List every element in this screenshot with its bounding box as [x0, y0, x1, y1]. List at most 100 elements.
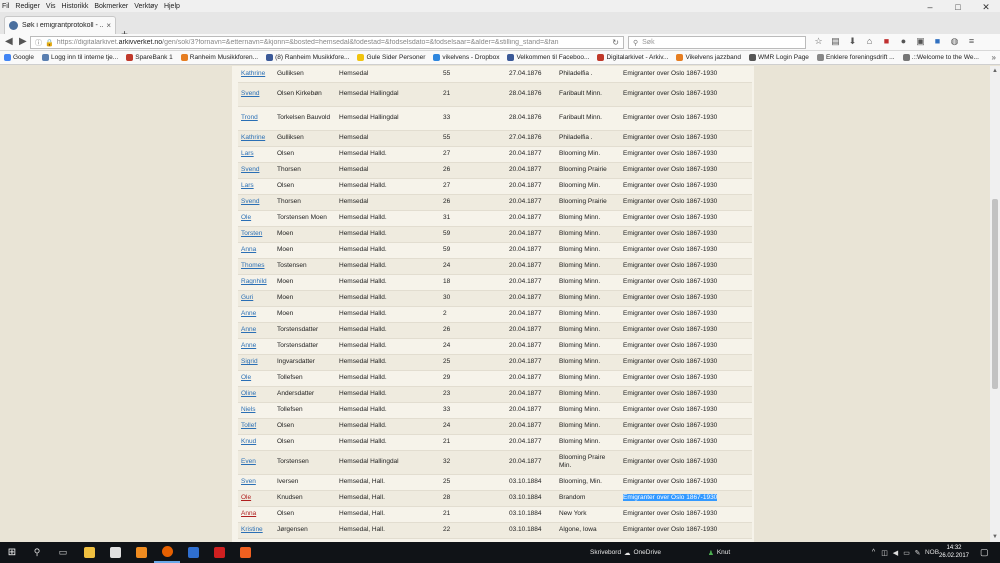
- person-link[interactable]: Guri: [238, 290, 274, 307]
- selected-text: Emigranter over Oslo 1867-1930: [623, 494, 718, 501]
- onedrive-tray[interactable]: ☁ OneDrive: [624, 542, 661, 563]
- person-link[interactable]: Svend: [238, 82, 274, 107]
- url-bar[interactable]: ⓘ 🔒 https://digitalarkivet.arkivverket.n…: [30, 36, 624, 49]
- menu-item-1[interactable]: Rediger: [15, 3, 40, 10]
- search-bar[interactable]: ⚲ Søk: [628, 36, 806, 49]
- menu-item-2[interactable]: Vis: [46, 3, 56, 10]
- person-link[interactable]: Ragnhild: [238, 274, 274, 291]
- download-icon[interactable]: ⬇: [844, 36, 861, 47]
- bookmark-favicon-icon: [126, 54, 134, 61]
- taskbar-app[interactable]: [154, 542, 180, 563]
- bookmark-item[interactable]: Velkommen til Faceboo...: [507, 54, 589, 61]
- cell-source: Emigranter over Oslo 1867-1930: [620, 194, 752, 211]
- person-link[interactable]: Torsten: [238, 226, 274, 243]
- addon-icon[interactable]: ▣: [912, 36, 929, 47]
- person-link[interactable]: Svend: [238, 194, 274, 211]
- menu-item-4[interactable]: Bokmerker: [94, 3, 128, 10]
- clock[interactable]: 14:32 26.02.2017: [936, 544, 972, 560]
- tab-emigrant[interactable]: Søk i emigrantprotokoll - ... ×: [4, 16, 116, 34]
- home-icon[interactable]: ⌂: [861, 36, 878, 47]
- cell-place: Hemsedal Halld.: [336, 354, 440, 371]
- person-link[interactable]: Thomes: [238, 258, 274, 275]
- bookmark-item[interactable]: Gule Sider Personer: [357, 54, 425, 61]
- person-link[interactable]: Kathrine: [238, 130, 274, 147]
- taskbar-app[interactable]: [206, 542, 232, 563]
- person-link[interactable]: Svend: [238, 162, 274, 179]
- table-row: Ole Torstensen Moen Hemsedal Halld. 31 20.04…: [238, 210, 752, 227]
- bookmark-item[interactable]: Vikelvens jazzband: [676, 54, 741, 61]
- person-link[interactable]: Lars: [238, 178, 274, 195]
- bookmark-item[interactable]: vikelvens - Dropbox: [433, 54, 499, 61]
- lock-icon[interactable]: 🔒: [45, 39, 54, 47]
- menu-item-6[interactable]: Hjelp: [164, 3, 180, 10]
- user-tray[interactable]: ♟ Knut: [708, 542, 730, 563]
- task-view-icon[interactable]: ▭: [50, 542, 76, 563]
- person-link[interactable]: Even: [238, 450, 274, 475]
- taskbar-app[interactable]: [102, 542, 128, 563]
- person-link[interactable]: Anna: [238, 506, 274, 523]
- tab-close-icon[interactable]: ×: [106, 21, 111, 30]
- menu-item-5[interactable]: Verktøy: [134, 3, 158, 10]
- person-link[interactable]: Knud: [238, 434, 274, 451]
- windows-start-icon[interactable]: ⊞: [0, 547, 24, 558]
- bookmark-item[interactable]: Enklere foreningsdrift ...: [816, 54, 895, 61]
- network-icon[interactable]: ◫: [879, 549, 890, 557]
- taskbar-app[interactable]: [128, 542, 154, 563]
- person-link[interactable]: Sigrid: [238, 354, 274, 371]
- person-link[interactable]: Kristine: [238, 522, 274, 539]
- toolbar-icons: ☆ ▤ ⬇ ⌂ ■ ● ▣ ■ ◍ ≡: [810, 36, 980, 47]
- menu-hamburger-icon[interactable]: ≡: [963, 36, 980, 47]
- reload-icon[interactable]: ↻: [612, 38, 619, 47]
- person-link[interactable]: Kathrine: [238, 66, 274, 83]
- menu-item-0[interactable]: Fil: [2, 3, 9, 10]
- bookmark-item[interactable]: .::Welcome to the We...: [902, 54, 979, 61]
- bookmark-item[interactable]: SpareBank 1: [126, 54, 173, 61]
- bookmark-item[interactable]: Logg inn til interne tje...: [41, 54, 118, 61]
- bookmark-item[interactable]: Google: [4, 54, 34, 61]
- taskbar-app[interactable]: [232, 542, 258, 563]
- person-link[interactable]: Niels: [238, 402, 274, 419]
- search-taskbar-icon[interactable]: ⚲: [24, 542, 50, 563]
- bookmark-item[interactable]: Ranheim Musikkforen...: [180, 54, 258, 61]
- scroll-thumb[interactable]: [992, 199, 998, 389]
- cell-dest: Bloming Minn.: [556, 434, 620, 451]
- menu-item-3[interactable]: Historikk: [62, 3, 89, 10]
- cell-dest: Bloming Minn.: [556, 338, 620, 355]
- volume-icon[interactable]: ◀: [890, 549, 901, 557]
- addon-grey-icon[interactable]: ●: [895, 36, 912, 47]
- vertical-scrollbar[interactable]: ▲ ▼: [990, 66, 1000, 542]
- person-link[interactable]: Anne: [238, 322, 274, 339]
- person-link[interactable]: Anna: [238, 242, 274, 259]
- addon-blue-icon[interactable]: ■: [929, 36, 946, 47]
- forward-arrow-icon[interactable]: ▶: [19, 36, 27, 47]
- person-link[interactable]: Ole: [238, 210, 274, 227]
- notifications-icon[interactable]: ▢: [980, 542, 989, 563]
- person-link[interactable]: Lars: [238, 146, 274, 163]
- bookmark-item[interactable]: Digitalarkivet - Arkiv...: [597, 54, 668, 61]
- desktop-label[interactable]: Skrivebord: [590, 542, 621, 563]
- person-link[interactable]: Sven: [238, 474, 274, 491]
- battery-icon[interactable]: ▭: [901, 549, 912, 557]
- bookmark-item[interactable]: WMR Login Page: [748, 54, 809, 61]
- person-link[interactable]: Ole: [238, 490, 274, 507]
- addon-red-icon[interactable]: ■: [878, 36, 895, 47]
- info-icon[interactable]: ⓘ: [35, 38, 42, 48]
- person-link[interactable]: Anne: [238, 338, 274, 355]
- clipboard-icon[interactable]: ▤: [827, 36, 844, 47]
- person-link[interactable]: Tollef: [238, 418, 274, 435]
- person-link[interactable]: Oline: [238, 386, 274, 403]
- taskbar-app[interactable]: [76, 542, 102, 563]
- person-link[interactable]: Ole: [238, 370, 274, 387]
- bookmarks-overflow-icon[interactable]: »: [992, 53, 996, 62]
- taskbar-app[interactable]: [180, 542, 206, 563]
- person-link[interactable]: Trond: [238, 106, 274, 131]
- back-arrow-icon[interactable]: ◀: [5, 36, 13, 47]
- bookmark-star-icon[interactable]: ☆: [810, 36, 827, 47]
- person-link[interactable]: Anne: [238, 306, 274, 323]
- tray-misc-icon[interactable]: ✎: [912, 549, 923, 557]
- tray-chevron-icon[interactable]: ^: [868, 549, 879, 556]
- globe-icon[interactable]: ◍: [946, 36, 963, 47]
- scroll-up-icon[interactable]: ▲: [990, 66, 1000, 76]
- scroll-down-icon[interactable]: ▼: [990, 532, 1000, 542]
- bookmark-item[interactable]: (8) Ranheim Musikkfore...: [266, 54, 349, 61]
